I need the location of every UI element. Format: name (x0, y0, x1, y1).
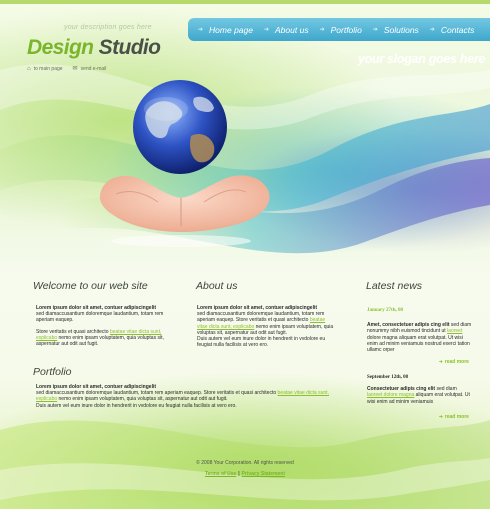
nav-portfolio[interactable]: ➔ Portfolio (320, 25, 362, 35)
envelope-icon: ✉ (72, 66, 78, 72)
main-nav: ➔ Home page ➔ About us ➔ Portfolio ➔ Solutio… (188, 18, 490, 41)
about-lead: Lorem ipsum dolor sit amet, contuer adip… (197, 305, 318, 311)
arrow-right-icon: ➔ (372, 27, 378, 33)
welcome-title: Welcome to our web site (33, 280, 148, 292)
about-p1-a: sed diamaccusantium doloremque laudantiu… (197, 311, 325, 324)
about-title: About us (196, 280, 238, 292)
nav-solutions-label: Solutions (383, 24, 419, 35)
welcome-lead: Lorem ipsum dolor sit amet, contuer adip… (36, 305, 157, 311)
email-link[interactable]: ✉ send e-mail (72, 65, 107, 73)
news-headline: Amet, consectetuer adipis cing elit (367, 322, 450, 329)
home-link-label: to main page (33, 65, 63, 72)
slogan: your slogan goes here (358, 52, 486, 66)
nav-portfolio-label: Portfolio (330, 24, 362, 35)
read-more-link[interactable]: ➔ read more (439, 359, 469, 365)
portfolio-p1-a: sed diamaccusantium doloremque laudantiu… (36, 390, 278, 397)
portfolio-p1-c: Duis autem vel eum inure dolor in hendre… (36, 402, 237, 409)
footer-separator: | (238, 471, 240, 477)
utility-links: ⌂ to main page ✉ send e-mail (27, 65, 107, 73)
logo-part-studio: Studio (98, 36, 161, 59)
news-title: Latest news (366, 280, 423, 292)
footer: © 2008 Your Corporation. All rights rese… (0, 460, 490, 477)
logo-part-design: Design (27, 36, 94, 59)
footer-links: Terms of Use | Privacy Statement (0, 471, 490, 477)
email-link-label: send e-mail (80, 65, 107, 72)
nav-home[interactable]: ➔ Home page (198, 25, 253, 35)
news-headline: Consectetuer adipis cing elit (367, 386, 436, 393)
portfolio-title: Portfolio (33, 366, 72, 378)
arrow-right-icon: ➔ (263, 27, 270, 33)
about-text: Lorem ipsum dolor sit amet, contuer adip… (197, 305, 337, 353)
welcome-text: Lorem ipsum dolor sit amet, contuer adip… (36, 305, 178, 352)
privacy-link[interactable]: Privacy Statement (242, 471, 285, 477)
news-text-b: dolore magna aliquam erat volutpat. Ut w… (367, 334, 470, 354)
home-link[interactable]: ⌂ to main page (27, 65, 63, 72)
site-logo[interactable]: Design Studio (27, 36, 161, 60)
read-more-label: read more (444, 414, 469, 420)
arrow-right-icon: ➔ (439, 359, 443, 364)
read-more-link[interactable]: ➔ read more (439, 414, 469, 420)
welcome-p2-a: Store veritatis et quasi architecto (36, 328, 110, 335)
hero-globe-hands-image (99, 80, 270, 247)
arrow-right-icon: ➔ (319, 27, 325, 33)
welcome-p1: sed diamaccusantium doloremque laudantiu… (36, 311, 164, 324)
nav-contacts-label: Contacts (440, 24, 475, 35)
news-date: September 12th, 08 (367, 375, 409, 380)
header-tagline: your description goes here (64, 24, 152, 31)
home-icon: ⌂ (27, 65, 31, 72)
news-item-2: September 12th, 08 Consectetuer adipis c… (367, 375, 472, 405)
news-link[interactable]: laoreet (447, 328, 462, 334)
nav-contacts[interactable]: ➔ Contacts (430, 25, 475, 35)
nav-about[interactable]: ➔ About us (264, 25, 309, 35)
nav-home-label: Home page (209, 24, 253, 35)
portfolio-lead: Lorem ipsum dolor sit amet, contuer adip… (36, 384, 157, 390)
portfolio-text: Lorem ipsum dolor sit amet, contuer adip… (36, 384, 339, 414)
copyright: © 2008 Your Corporation. All rights rese… (196, 460, 294, 466)
arrow-right-icon: ➔ (198, 27, 204, 33)
news-date: January 27th, 08 (367, 308, 403, 313)
read-more-label: read more (444, 359, 469, 365)
portfolio-p1-b: nemo enim ipsam voluptatem, quia volupta… (57, 396, 228, 403)
news-text-a: sed diam (435, 386, 457, 393)
about-p1-c: Duis autem vel eum inure dolor in hendre… (197, 336, 326, 349)
news-item-1: January 27th, 08 Amet, consectetuer adip… (367, 308, 472, 353)
nav-solutions[interactable]: ➔ Solutions (373, 25, 419, 35)
arrow-right-icon: ➔ (429, 27, 435, 33)
news-link[interactable]: laoreet dolore magna (367, 392, 414, 398)
terms-link[interactable]: Terms of Use (205, 471, 236, 477)
nav-about-label: About us (275, 24, 309, 35)
arrow-right-icon: ➔ (439, 414, 443, 419)
